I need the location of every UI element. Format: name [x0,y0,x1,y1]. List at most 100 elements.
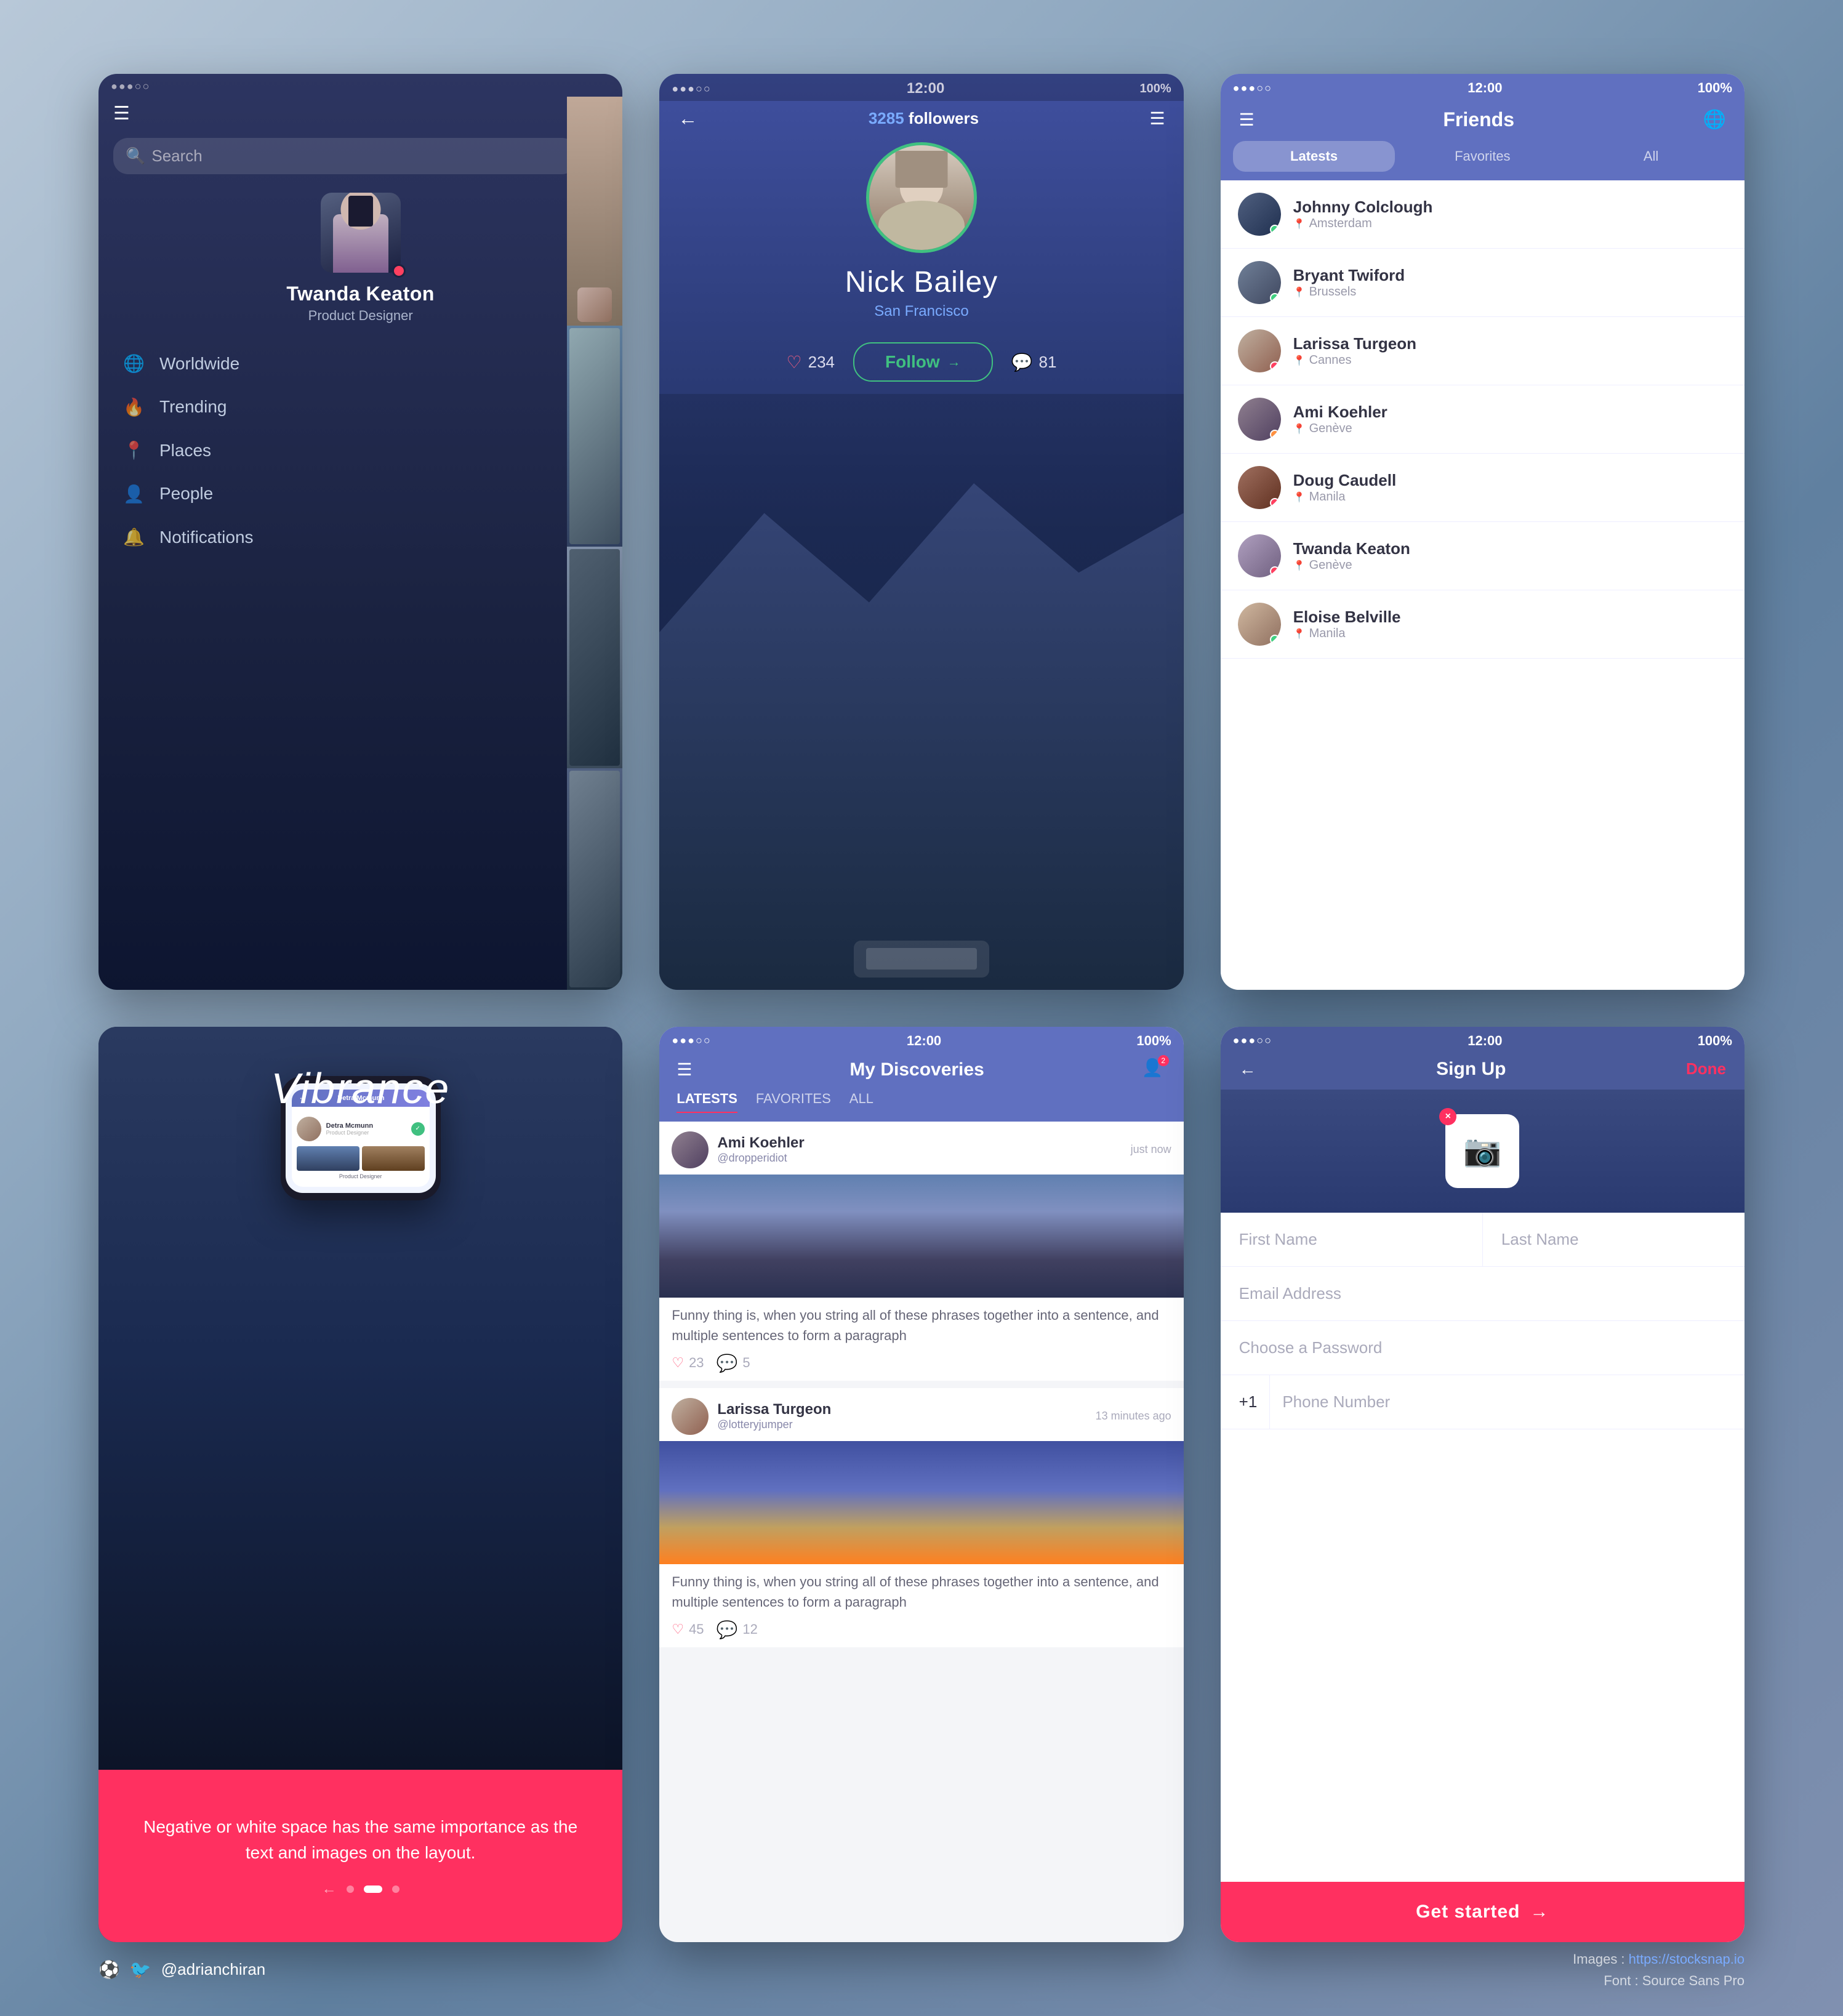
card-friends: ●●●○○ 12:00 100% ☰ Friends 🌐 Latests Fav… [1221,74,1745,990]
friend-item[interactable]: Larissa Turgeon 📍 Cannes [1221,317,1745,385]
status-bar-1: ●●●○○ [98,74,622,97]
camera-button[interactable]: 📷 × [1445,1114,1519,1188]
nav-item-trending[interactable]: 🔥 Trending 22 [98,385,622,429]
friend-item[interactable]: Ami Koehler 📍 Genève [1221,385,1745,454]
friend-name: Twanda Keaton [1293,539,1727,558]
back-button-signup[interactable]: ← [1239,1059,1256,1079]
nav-item-worldwide[interactable]: 🌐 Worldwide [98,342,622,385]
status-dot [1270,635,1280,645]
nav-item-people[interactable]: 👤 People 5 [98,472,622,516]
friend-avatar [1238,329,1281,372]
friend-location: 📍 Cannes [1293,353,1727,367]
done-button[interactable]: Done [1686,1059,1726,1078]
battery-2: 100% [1140,82,1171,96]
comments-count: 💬 81 [1011,352,1057,372]
trending-icon: 🔥 [123,397,145,417]
get-started-button[interactable]: Get started → [1221,1882,1745,1942]
discoveries-header: ☰ My Discoveries 👤 2 [659,1053,1183,1091]
tab-all-disc[interactable]: ALL [849,1091,873,1113]
hamburger-icon-3[interactable]: ☰ [1239,110,1255,130]
location-pin-icon: 📍 [1293,218,1306,230]
first-name-field[interactable] [1221,1213,1483,1266]
friend-name: Ami Koehler [1293,403,1727,422]
hamburger-icon-5[interactable]: ☰ [677,1059,692,1080]
back-button[interactable]: ← [678,107,697,130]
mockup-photos [297,1146,425,1171]
footer-images-link[interactable]: https://stocksnap.io [1629,1951,1745,1967]
signal-3: ●●●○○ [1233,82,1272,95]
notification-icon-wrap[interactable]: 👤 2 [1142,1058,1166,1082]
post-image-mountains [659,1175,1183,1298]
comment-icon: 💬 [1011,352,1033,372]
friend-avatar [1238,466,1281,509]
tab-latests-disc[interactable]: LATESTS [677,1091,737,1113]
friend-location: 📍 Genève [1293,558,1727,572]
profile-nav: ← 3285 followers ☰ [659,101,1183,130]
search-icon: 🔍 [126,147,145,166]
mockup-role-label: Product Designer [297,1171,425,1182]
dot-2-active [364,1885,382,1893]
side-thumbnails [567,97,622,990]
friend-item[interactable]: Eloise Belville 📍 Manila [1221,590,1745,659]
friend-name: Larissa Turgeon [1293,334,1727,353]
like-action-1[interactable]: ♡ 23 [672,1355,704,1371]
comment-action-1[interactable]: 💬 5 [717,1353,750,1373]
profile-background [659,394,1183,990]
tab-favorites[interactable]: Favorites [1401,141,1564,172]
phone-number-field[interactable] [1282,1375,1726,1429]
dribbble-icon: ⚽ [98,1959,120,1980]
followers-display: 3285 followers [869,109,979,128]
post-footer-2: ♡ 45 💬 12 [659,1620,1183,1640]
friend-item[interactable]: Bryant Twiford 📍 Brussels [1221,249,1745,317]
search-header: 🔍 Search ⚙ [98,128,622,187]
search-bar[interactable]: 🔍 Search [113,138,577,174]
post-body-2: Funny thing is, when you string all of t… [659,1564,1183,1620]
friend-item[interactable]: Doug Caudell 📍 Manila [1221,454,1745,522]
nav-label-worldwide: Worldwide [159,354,598,374]
friend-info: Johnny Colclough 📍 Amsterdam [1293,198,1727,231]
hamburger-icon[interactable]: ☰ [113,103,130,124]
phone-code: +1 [1239,1375,1271,1429]
side-thumb-4 [567,768,622,990]
vibrance-footer: Negative or white space has the same imp… [98,1770,622,1942]
side-thumb-2 [567,326,622,547]
time-2: 12:00 [907,80,944,97]
card-profile: ●●●○○ 12:00 100% ← 3285 followers ☰ [659,74,1183,990]
signup-photo-area: 📷 × [1221,1090,1745,1213]
tab-all[interactable]: All [1570,141,1732,172]
post-image-city [659,1441,1183,1564]
nav-list: 🌐 Worldwide 🔥 Trending 22 📍 Places 👤 Peo… [98,336,622,564]
battery-5: 100% [1136,1033,1171,1049]
card-vibrance: Vibrance ← Detra Mcmunn ✏ Detra Mcmunn [98,1027,622,1943]
signal-6: ●●●○○ [1233,1034,1272,1047]
friend-location: 📍 Brussels [1293,285,1727,299]
friend-item[interactable]: Johnny Colclough 📍 Amsterdam [1221,180,1745,249]
menu-icon[interactable]: ☰ [1150,108,1165,129]
post-avatar-1 [672,1131,709,1168]
post-author-2: Larissa Turgeon [717,1401,1086,1418]
like-action-2[interactable]: ♡ 45 [672,1621,704,1637]
phone-row: +1 [1221,1375,1745,1429]
prev-arrow-icon[interactable]: ← [322,1881,337,1898]
post-header-2: Larissa Turgeon @lotteryjumper 13 minute… [659,1388,1183,1441]
location-pin-icon: 📍 [1293,286,1306,299]
tab-favorites-disc[interactable]: FAVORITES [756,1091,831,1113]
camera-icon: 📷 [1463,1133,1501,1169]
follow-button[interactable]: Follow → [853,342,993,382]
nav-item-places[interactable]: 📍 Places [98,429,622,472]
comment-action-2[interactable]: 💬 12 [717,1620,758,1640]
globe-icon[interactable]: 🌐 [1703,109,1726,131]
notification-badge: 2 [1158,1055,1169,1066]
post-author-1: Ami Koehler [717,1135,1122,1152]
location-pin-icon: 📍 [1293,491,1306,504]
last-name-field[interactable] [1483,1213,1745,1266]
friend-item[interactable]: Twanda Keaton 📍 Genève [1221,522,1745,590]
email-field[interactable] [1221,1267,1745,1321]
nav-label-places: Places [159,441,598,460]
password-field[interactable] [1221,1321,1745,1375]
nav-label-people: People [159,484,561,504]
signup-title: Sign Up [1436,1059,1506,1080]
tab-latests[interactable]: Latests [1233,141,1395,172]
time-3: 12:00 [1468,80,1502,96]
nav-item-notifications[interactable]: 🔔 Notifications [98,516,622,558]
